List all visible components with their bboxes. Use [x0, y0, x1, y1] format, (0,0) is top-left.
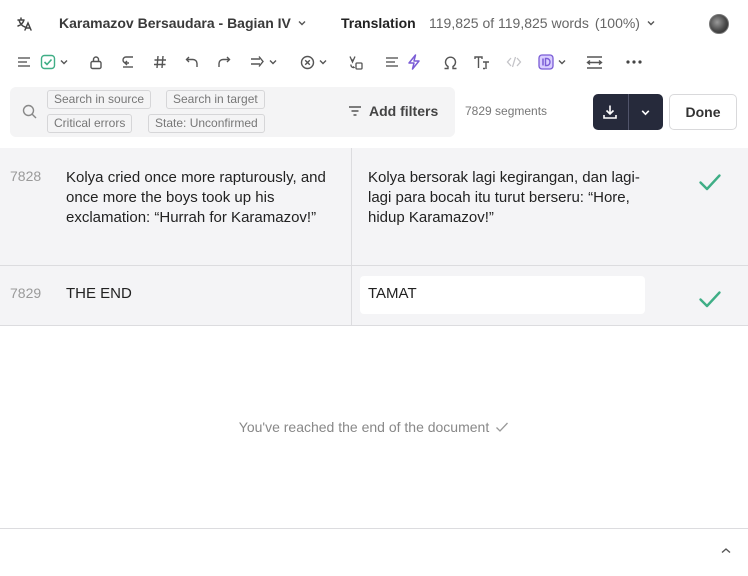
undo-icon[interactable]	[184, 52, 200, 72]
document-title: Karamazov Bersaudara - Bagian IV	[59, 15, 291, 31]
confirmed-check-icon[interactable]	[698, 287, 722, 311]
confirm-dropdown[interactable]	[38, 52, 70, 72]
segment-target[interactable]: Kolya bersorak lagi kegirangan, dan lagi…	[368, 168, 643, 228]
chevron-down-icon	[641, 109, 650, 115]
add-filters-button[interactable]: Add filters	[348, 103, 438, 119]
add-filters-label: Add filters	[369, 103, 439, 119]
avatar[interactable]	[709, 14, 729, 34]
chevron-down-icon	[298, 21, 306, 26]
state-chip[interactable]: State: Unconfirmed	[148, 114, 265, 133]
chevron-down-icon	[647, 21, 655, 26]
segments-count: 7829 segments	[465, 104, 548, 118]
translation-logo-icon[interactable]	[14, 14, 34, 34]
segment-target-editor[interactable]: TAMAT	[360, 276, 645, 314]
hash-icon[interactable]	[152, 52, 168, 72]
shift-dropdown[interactable]	[248, 52, 280, 72]
word-count-dropdown[interactable]: 119,825 of 119,825 words (100%)	[429, 15, 656, 31]
column-divider	[351, 266, 352, 325]
insert-source-icon[interactable]	[120, 52, 136, 72]
segment-row[interactable]: 7829 THE END TAMAT	[0, 266, 748, 326]
segment-row[interactable]: 7828 Kolya cried once more rapturously, …	[0, 148, 748, 266]
segment-number: 7829	[10, 285, 42, 301]
code-icon[interactable]	[506, 52, 522, 72]
filter-icon	[349, 106, 361, 116]
lightning-icon[interactable]	[406, 52, 422, 72]
done-button[interactable]: Done	[669, 94, 737, 130]
chevron-down-icon	[319, 60, 327, 65]
download-button-group	[593, 94, 663, 130]
clear-icon	[300, 55, 315, 69]
search-target-chip[interactable]: Search in target	[166, 90, 265, 109]
more-icon[interactable]	[625, 52, 643, 72]
mode-label: Translation	[341, 15, 416, 31]
id-tag-icon	[537, 54, 554, 70]
segment-number: 7828	[10, 168, 42, 184]
check-icon	[496, 422, 509, 432]
chevron-up-icon[interactable]	[720, 543, 732, 561]
filter-bar: Search in source Search in target Critic…	[10, 87, 455, 137]
omega-icon[interactable]	[442, 52, 458, 72]
wrap-icon[interactable]	[585, 52, 603, 72]
download-button[interactable]	[593, 94, 628, 130]
chevron-down-icon	[558, 60, 565, 65]
lock-icon[interactable]	[88, 52, 104, 72]
search-source-chip[interactable]: Search in source	[47, 90, 152, 109]
chevron-down-icon	[60, 60, 67, 65]
text-size-icon[interactable]	[473, 52, 491, 72]
bottom-panel	[0, 528, 748, 576]
document-title-dropdown[interactable]: Karamazov Bersaudara - Bagian IV	[59, 15, 307, 31]
chevron-down-icon	[269, 60, 277, 65]
id-tag-dropdown[interactable]	[535, 52, 569, 72]
shift-icon	[251, 56, 264, 67]
redo-icon[interactable]	[216, 52, 232, 72]
clear-dropdown[interactable]	[298, 52, 330, 72]
segment-source: Kolya cried once more rapturously, and o…	[66, 169, 326, 226]
critical-errors-chip[interactable]: Critical errors	[47, 114, 133, 133]
word-count-percent: (100%)	[594, 15, 640, 31]
check-square-icon	[40, 54, 55, 70]
align-icon[interactable]	[384, 52, 400, 72]
transform-icon[interactable]	[347, 52, 363, 72]
download-options-button[interactable]	[628, 94, 663, 130]
search-icon	[22, 104, 37, 124]
app-header: Karamazov Bersaudara - Bagian IV Transla…	[0, 0, 748, 48]
confirmed-check-icon[interactable]	[698, 170, 722, 194]
editor-toolbar	[0, 48, 748, 76]
end-of-document-message: You've reached the end of the document	[0, 419, 748, 435]
column-divider	[351, 148, 352, 265]
end-of-document-text: You've reached the end of the document	[238, 419, 490, 435]
segment-source: THE END	[66, 285, 132, 302]
download-icon	[603, 105, 618, 119]
word-count-text: 119,825 of 119,825 words	[429, 15, 589, 31]
list-icon[interactable]	[16, 52, 32, 72]
